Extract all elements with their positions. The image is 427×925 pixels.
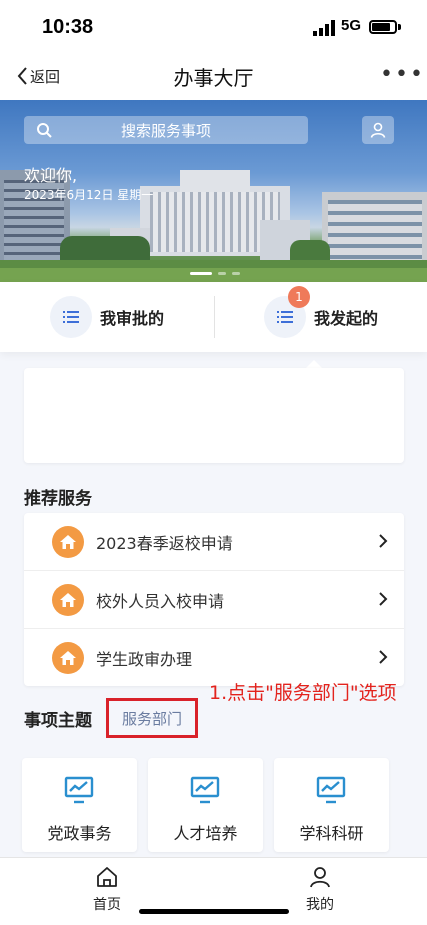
topic-tile-label: 党政事务 bbox=[47, 824, 112, 843]
carousel-dot bbox=[218, 272, 226, 275]
date-text: 2023年6月12日 星期一 bbox=[24, 188, 154, 202]
my-initiated-label: 我发起的 bbox=[314, 309, 379, 328]
battery-level bbox=[372, 23, 390, 31]
carousel-dots bbox=[190, 272, 240, 275]
tab-mine[interactable]: 我的 bbox=[270, 866, 370, 914]
recommended-list: 2023春季返校申请 校外人员入校申请 学生政审办理 bbox=[24, 513, 404, 686]
home-icon bbox=[52, 583, 84, 616]
panel-pointer bbox=[306, 360, 322, 368]
back-label: 返回 bbox=[30, 67, 61, 86]
chart-monitor-icon bbox=[190, 776, 220, 804]
more-menu-button[interactable]: ••• bbox=[380, 62, 425, 87]
list-item-label: 2023春季返校申请 bbox=[96, 533, 233, 553]
carousel-dot-active bbox=[190, 272, 212, 275]
chevron-left-icon bbox=[17, 67, 27, 85]
battery-tip bbox=[398, 24, 401, 30]
search-input[interactable]: 搜索服务事项 bbox=[24, 116, 308, 144]
home-icon bbox=[52, 641, 84, 674]
approval-content-panel bbox=[24, 368, 404, 463]
nav-bar bbox=[0, 56, 427, 100]
home-indicator bbox=[139, 909, 289, 914]
topic-tile[interactable]: 人才培养 bbox=[148, 758, 263, 852]
tutorial-annotation: 1.点击"服务部门"选项 bbox=[209, 682, 397, 704]
list-item[interactable]: 2023春季返校申请 bbox=[24, 513, 404, 570]
topic-tile[interactable]: 学科科研 bbox=[274, 758, 389, 852]
signal-icon bbox=[313, 20, 335, 36]
notification-badge: 1 bbox=[288, 286, 310, 308]
topic-tile-label: 人才培养 bbox=[173, 824, 238, 843]
service-department-tab[interactable]: 服务部门 bbox=[106, 698, 198, 738]
list-item-label: 学生政审办理 bbox=[96, 649, 193, 669]
tab-home[interactable]: 首页 bbox=[57, 866, 157, 914]
welcome-text: 欢迎你, bbox=[24, 166, 78, 185]
search-placeholder: 搜索服务事项 bbox=[120, 121, 211, 140]
user-icon bbox=[310, 867, 330, 888]
chevron-right-icon bbox=[379, 592, 388, 606]
my-approvals-label: 我审批的 bbox=[100, 309, 165, 328]
chart-monitor-icon bbox=[316, 776, 346, 804]
my-initiated-button[interactable]: 我发起的 bbox=[264, 296, 378, 338]
chevron-right-icon bbox=[379, 650, 388, 664]
chevron-right-icon bbox=[379, 534, 388, 548]
carousel-dot bbox=[232, 272, 240, 275]
topic-tile[interactable]: 党政事务 bbox=[22, 758, 137, 852]
user-profile-button[interactable] bbox=[362, 116, 394, 144]
card-divider bbox=[214, 296, 215, 338]
back-button[interactable]: 返回 bbox=[16, 64, 60, 88]
list-item-label: 校外人员入校申请 bbox=[96, 591, 225, 611]
network-type: 5G bbox=[341, 17, 362, 34]
topic-tile-label: 学科科研 bbox=[299, 824, 364, 843]
list-icon-circle bbox=[50, 296, 92, 338]
home-icon bbox=[52, 525, 84, 558]
list-icon bbox=[63, 311, 79, 323]
list-item[interactable]: 校外人员入校申请 bbox=[24, 571, 404, 628]
recommended-title: 推荐服务 bbox=[24, 489, 92, 509]
my-approvals-button[interactable]: 我审批的 bbox=[50, 296, 164, 338]
chart-monitor-icon bbox=[64, 776, 94, 804]
home-icon bbox=[97, 867, 117, 887]
user-icon bbox=[370, 122, 386, 138]
list-icon bbox=[277, 311, 293, 323]
topics-title: 事项主题 bbox=[24, 711, 92, 731]
status-time: 10:38 bbox=[42, 16, 94, 38]
